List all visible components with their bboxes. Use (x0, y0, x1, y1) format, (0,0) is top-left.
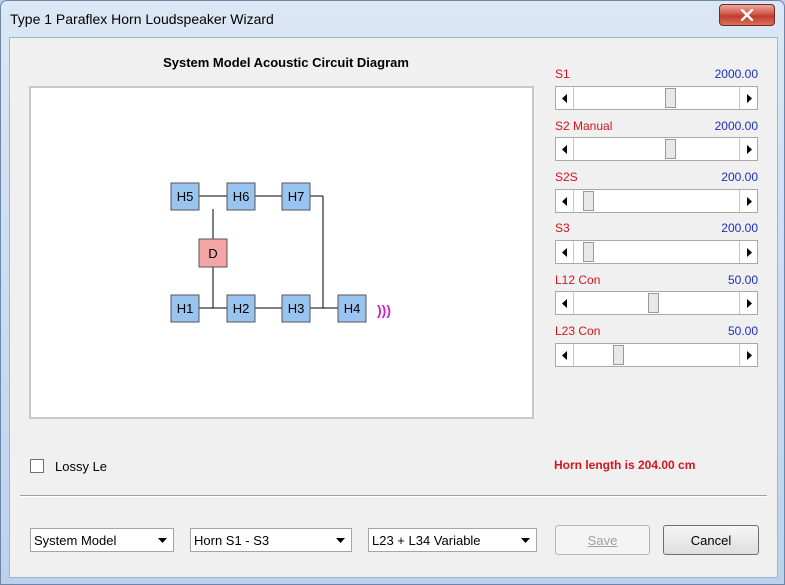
scroll-right-button[interactable] (739, 292, 757, 314)
close-button[interactable] (719, 4, 775, 26)
slider-s2-value: 2000.00 (714, 119, 758, 133)
arrow-right-icon (746, 350, 752, 360)
arrow-right-icon (746, 247, 752, 257)
slider-thumb[interactable] (613, 345, 624, 365)
scroll-right-button[interactable] (739, 87, 757, 109)
lossy-le-label: Lossy Le (55, 458, 108, 474)
slider-l23[interactable] (555, 343, 758, 367)
node-h2-label: H2 (233, 301, 250, 316)
node-h3-label: H3 (288, 301, 305, 316)
window-title: Type 1 Paraflex Horn Loudspeaker Wizard (10, 11, 274, 27)
slider-s3[interactable] (555, 240, 758, 264)
node-d: D (198, 238, 228, 268)
node-h4: H4 (337, 294, 367, 323)
scroll-right-button[interactable] (739, 241, 757, 263)
arrow-right-icon (746, 196, 752, 206)
scroll-left-button[interactable] (556, 292, 574, 314)
divider (20, 495, 767, 497)
chevron-down-icon[interactable] (331, 531, 349, 549)
slider-s3-value: 200.00 (721, 221, 758, 235)
slider-s2s-value: 200.00 (721, 170, 758, 184)
close-icon (740, 9, 754, 21)
slider-s2-label: S2 Manual (555, 119, 613, 133)
variable-select-value: L23 + L34 Variable (372, 533, 481, 548)
scroll-right-button[interactable] (739, 138, 757, 160)
node-h6: H6 (226, 182, 256, 211)
scroll-left-button[interactable] (556, 190, 574, 212)
slider-thumb[interactable] (647, 293, 659, 313)
sound-output-icon: ))) (377, 302, 391, 318)
arrow-left-icon (561, 350, 567, 360)
circuit-diagram-panel: H5 H6 H7 D H1 H2 H3 H4))) (29, 86, 534, 419)
slider-l12-value: 50.00 (727, 273, 758, 287)
lossy-le-checkbox[interactable] (30, 459, 44, 473)
scroll-left-button[interactable] (556, 87, 574, 109)
arrow-right-icon (746, 93, 752, 103)
slider-l12-label: L12 Con (555, 273, 601, 287)
node-h1: H1 (170, 294, 200, 323)
slider-s1-value: 2000.00 (714, 67, 758, 81)
node-h2: H2 (226, 294, 256, 323)
dialog-client: System Model Acoustic Circuit Diagram H5 (9, 37, 778, 578)
horn-select[interactable]: Horn S1 - S3 (190, 528, 352, 552)
cancel-button-label: Cancel (690, 532, 732, 548)
scroll-left-button[interactable] (556, 138, 574, 160)
circuit-diagram: H5 H6 H7 D H1 H2 H3 H4))) (170, 182, 391, 323)
node-h1-label: H1 (177, 301, 194, 316)
model-select-value: System Model (34, 533, 117, 548)
wizard-window: Type 1 Paraflex Horn Loudspeaker Wizard … (0, 0, 785, 585)
slider-s1-label: S1 (555, 67, 570, 81)
slider-s2[interactable] (555, 137, 758, 161)
cancel-button[interactable]: Cancel (663, 525, 759, 555)
node-d-label: D (208, 246, 217, 261)
slider-l23-label: L23 Con (555, 324, 601, 338)
scroll-right-button[interactable] (739, 190, 757, 212)
node-h7-label: H7 (288, 189, 305, 204)
node-h7: H7 (281, 182, 311, 211)
title-bar[interactable]: Type 1 Paraflex Horn Loudspeaker Wizard (1, 1, 784, 37)
arrow-left-icon (561, 93, 567, 103)
slider-thumb[interactable] (664, 88, 676, 108)
horn-select-value: Horn S1 - S3 (194, 533, 270, 548)
slider-s2s-label: S2S (555, 170, 578, 184)
slider-thumb[interactable] (582, 242, 594, 262)
scroll-left-button[interactable] (556, 241, 574, 263)
slider-s1[interactable] (555, 86, 758, 110)
slider-thumb[interactable] (664, 139, 676, 159)
arrow-right-icon (746, 144, 752, 154)
node-h5-label: H5 (177, 189, 194, 204)
chevron-down-icon[interactable] (153, 531, 171, 549)
horn-length-status: Horn length is 204.00 cm (554, 458, 696, 472)
variable-select[interactable]: L23 + L34 Variable (368, 528, 537, 552)
arrow-right-icon (746, 298, 752, 308)
model-select[interactable]: System Model (30, 528, 174, 552)
diagram-title: System Model Acoustic Circuit Diagram (163, 55, 409, 70)
arrow-left-icon (561, 247, 567, 257)
save-button[interactable]: Save (555, 525, 650, 555)
slider-s3-label: S3 (555, 221, 570, 235)
node-h3: H3 (281, 294, 311, 323)
slider-l12[interactable] (555, 291, 758, 315)
scroll-right-button[interactable] (739, 344, 757, 366)
arrow-left-icon (561, 298, 567, 308)
node-h6-label: H6 (233, 189, 250, 204)
slider-s2s[interactable] (555, 189, 758, 213)
slider-thumb[interactable] (582, 191, 594, 211)
node-h4-label: H4 (344, 301, 361, 316)
lossy-le-option[interactable]: Lossy Le (30, 457, 107, 475)
scroll-left-button[interactable] (556, 344, 574, 366)
slider-l23-value: 50.00 (727, 324, 758, 338)
arrow-left-icon (561, 144, 567, 154)
arrow-left-icon (561, 196, 567, 206)
node-h5: H5 (170, 182, 200, 211)
chevron-down-icon[interactable] (516, 531, 534, 549)
save-button-label: Save (587, 532, 618, 548)
